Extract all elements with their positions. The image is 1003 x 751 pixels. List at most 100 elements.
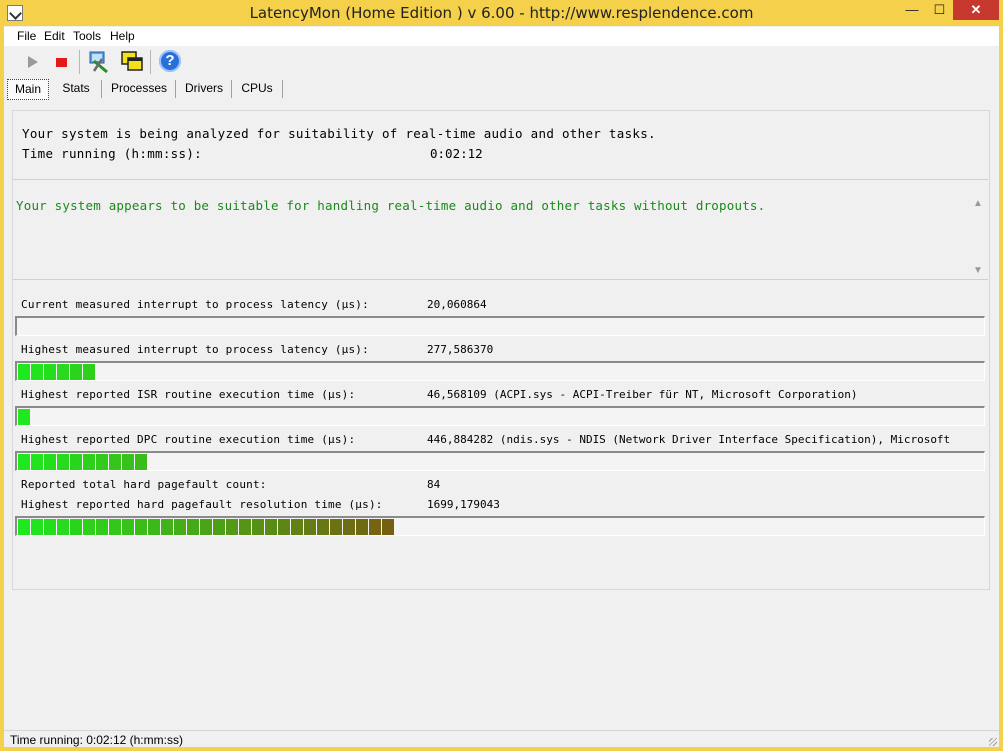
bar-segment (83, 519, 95, 535)
verdict-text: Your system appears to be suitable for h… (16, 198, 766, 213)
status-bar: Time running: 0:02:12 (h:mm:ss) (4, 730, 999, 748)
tab-cpus[interactable]: CPUs (234, 79, 280, 98)
help-icon[interactable] (157, 49, 183, 75)
bar-segment (161, 519, 173, 535)
bar-segment (200, 519, 212, 535)
menu-tools[interactable]: Tools (73, 29, 101, 43)
latencymon-window: LatencyMon (Home Edition ) v 6.00 - http… (0, 0, 1003, 751)
minimize-button[interactable]: — (898, 0, 926, 20)
time-running-value: 0:02:12 (430, 146, 483, 161)
bar-fill (18, 454, 148, 470)
bar-segment (96, 519, 108, 535)
play-icon[interactable] (20, 49, 46, 75)
window-border-left (0, 26, 4, 751)
pagefault-count-label: Reported total hard pagefault count: (21, 478, 267, 491)
bar-segment (109, 454, 121, 470)
bar-segment (122, 454, 134, 470)
highest-latency-value: 277,586370 (427, 343, 494, 356)
menu-edit[interactable]: Edit (44, 29, 65, 43)
time-running-label: Time running (h:mm:ss): (22, 146, 202, 161)
tab-divider (101, 80, 102, 98)
isr-time-value: 46,568109 (ACPI.sys - ACPI-Treiber für N… (427, 388, 858, 401)
bar-segment (31, 519, 43, 535)
divider (12, 279, 988, 280)
close-button[interactable]: ✕ (953, 0, 999, 20)
pagefault-time-value: 1699,179043 (427, 498, 500, 511)
bar-segment (278, 519, 290, 535)
bar-segment (148, 519, 160, 535)
menu-bar: File Edit Tools Help (4, 27, 999, 46)
tools-icon[interactable] (86, 49, 112, 75)
status-text: Time running: 0:02:12 (h:mm:ss) (10, 733, 183, 747)
bar-segment (369, 519, 381, 535)
bar-segment (122, 519, 134, 535)
bar-segment (304, 519, 316, 535)
bar-segment (18, 454, 30, 470)
tab-divider (175, 80, 176, 98)
analysis-intro-text: Your system is being analyzed for suitab… (22, 126, 656, 141)
bar-segment (57, 519, 69, 535)
dpc-time-label: Highest reported DPC routine execution t… (21, 433, 356, 446)
divider (12, 179, 988, 180)
dpc-time-value: 446,884282 (ndis.sys - NDIS (Network Dri… (427, 433, 951, 446)
windows-icon[interactable] (119, 49, 145, 75)
dpc-time-bar (15, 451, 985, 471)
bar-segment (239, 519, 251, 535)
bar-segment (70, 454, 82, 470)
bar-segment (135, 519, 147, 535)
bar-segment (18, 409, 30, 425)
scroll-up-icon[interactable]: ▲ (970, 198, 986, 209)
bar-segment (70, 519, 82, 535)
bar-fill (18, 364, 96, 380)
window-title: LatencyMon (Home Edition ) v 6.00 - http… (249, 4, 754, 22)
bar-segment (252, 519, 264, 535)
menu-help[interactable]: Help (110, 29, 135, 43)
bar-segment (174, 519, 186, 535)
resize-grip-icon[interactable] (987, 736, 999, 748)
current-latency-label: Current measured interrupt to process la… (21, 298, 369, 311)
bar-segment (70, 364, 82, 380)
tab-main[interactable]: Main (7, 79, 49, 100)
toolbar-separator (79, 50, 80, 74)
tab-drivers[interactable]: Drivers (178, 79, 230, 98)
bar-segment (265, 519, 277, 535)
bar-segment (226, 519, 238, 535)
bar-fill (18, 409, 31, 425)
tab-divider (282, 80, 283, 98)
menu-file[interactable]: File (17, 29, 36, 43)
stop-icon[interactable] (49, 49, 75, 75)
scroll-down-icon[interactable]: ▼ (970, 265, 986, 276)
bar-segment (382, 519, 394, 535)
title-bar[interactable]: LatencyMon (Home Edition ) v 6.00 - http… (0, 0, 1003, 26)
pagefault-time-label: Highest reported hard pagefault resoluti… (21, 498, 383, 511)
tab-divider (231, 80, 232, 98)
bar-segment (83, 454, 95, 470)
maximize-button[interactable]: ☐ (926, 0, 953, 20)
bar-segment (330, 519, 342, 535)
bar-fill (18, 519, 395, 535)
window-border-right (999, 26, 1003, 751)
highest-latency-label: Highest measured interrupt to process la… (21, 343, 369, 356)
tab-strip: Main Stats Processes Drivers CPUs (4, 79, 999, 100)
bar-segment (44, 364, 56, 380)
highest-latency-bar (15, 361, 985, 381)
bar-segment (135, 454, 147, 470)
bar-segment (44, 519, 56, 535)
toolbar-separator (150, 50, 151, 74)
bar-segment (31, 364, 43, 380)
bar-segment (18, 364, 30, 380)
bar-segment (317, 519, 329, 535)
isr-time-label: Highest reported ISR routine execution t… (21, 388, 356, 401)
bar-segment (57, 454, 69, 470)
verdict-scrollbar[interactable]: ▲ ▼ (970, 196, 986, 276)
bar-segment (213, 519, 225, 535)
current-latency-bar (15, 316, 985, 336)
bar-segment (109, 519, 121, 535)
tab-stats[interactable]: Stats (54, 79, 98, 98)
tab-processes[interactable]: Processes (104, 79, 174, 98)
toolbar (4, 47, 999, 77)
bar-segment (187, 519, 199, 535)
bar-segment (96, 454, 108, 470)
bar-segment (57, 364, 69, 380)
current-latency-value: 20,060864 (427, 298, 487, 311)
